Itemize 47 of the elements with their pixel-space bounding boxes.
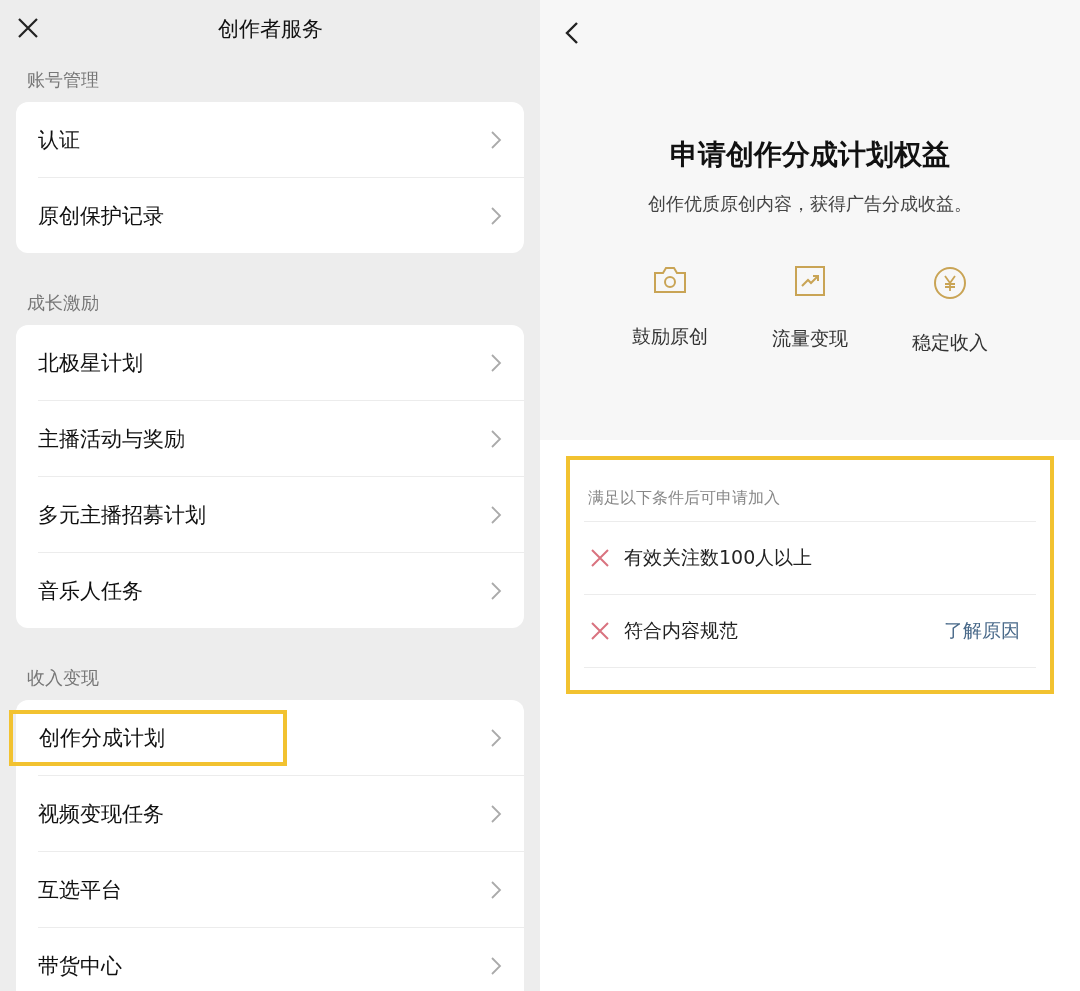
requirement-label: 有效关注数100人以上 bbox=[624, 545, 814, 570]
plan-subtitle: 创作优质原创内容，获得广告分成收益。 bbox=[647, 192, 973, 216]
menu-item-label: 视频变现任务 bbox=[38, 800, 165, 828]
requirement-label: 符合内容规范 bbox=[624, 618, 739, 643]
benefit-label: 流量变现 bbox=[772, 326, 848, 351]
chevron-right-icon bbox=[490, 879, 502, 900]
chevron-right-icon bbox=[490, 205, 502, 226]
page-title: 创作者服务 bbox=[217, 16, 323, 43]
learn-reason-link[interactable]: 了解原因 bbox=[944, 618, 1020, 644]
back-icon bbox=[565, 20, 579, 45]
section-label: 收入变现 bbox=[26, 666, 100, 690]
menu-item-label: 北极星计划 bbox=[38, 349, 144, 377]
chevron-right-icon bbox=[490, 129, 502, 150]
menu-item[interactable]: 北极星计划 bbox=[16, 325, 524, 400]
trend-chart-icon bbox=[795, 266, 825, 296]
chevron-right-icon bbox=[490, 580, 502, 601]
menu-item[interactable]: 原创保护记录 bbox=[38, 177, 524, 253]
menu-item-label: 多元主播招募计划 bbox=[38, 501, 207, 529]
section-label: 成长激励 bbox=[26, 291, 100, 315]
menu-item[interactable]: 带货中心 bbox=[38, 927, 524, 991]
menu-item-label: 原创保护记录 bbox=[38, 202, 165, 230]
chevron-right-icon bbox=[490, 428, 502, 449]
menu-item-label: 带货中心 bbox=[38, 952, 123, 980]
menu-item[interactable]: 主播活动与奖励 bbox=[38, 400, 524, 476]
menu-item-label: 认证 bbox=[38, 126, 81, 154]
benefit-label: 稳定收入 bbox=[912, 330, 988, 355]
menu-item-label: 互选平台 bbox=[38, 876, 123, 904]
menu-item[interactable]: 音乐人任务 bbox=[38, 552, 524, 628]
chevron-right-icon bbox=[490, 727, 502, 748]
highlight-frame: 创作分成计划 bbox=[9, 709, 287, 766]
plan-heading: 申请创作分成计划权益 bbox=[669, 137, 951, 173]
menu-item-label: 主播活动与奖励 bbox=[38, 425, 186, 453]
menu-item[interactable]: 互选平台 bbox=[38, 851, 524, 927]
menu-item[interactable]: 认证 bbox=[16, 102, 524, 177]
chevron-right-icon bbox=[490, 803, 502, 824]
yen-coin-icon bbox=[933, 266, 967, 300]
chevron-right-icon bbox=[490, 352, 502, 373]
close-icon bbox=[17, 17, 39, 39]
benefit-label: 鼓励原创 bbox=[632, 324, 708, 349]
requirements-intro: 满足以下条件后可申请加入 bbox=[584, 474, 1036, 522]
camera-icon bbox=[653, 266, 687, 294]
section-label: 账号管理 bbox=[26, 68, 100, 92]
menu-item-label: 音乐人任务 bbox=[38, 577, 144, 605]
menu-item[interactable]: 视频变现任务 bbox=[38, 775, 524, 851]
chevron-right-icon bbox=[490, 504, 502, 525]
chevron-right-icon bbox=[490, 955, 502, 976]
menu-item[interactable]: 多元主播招募计划 bbox=[38, 476, 524, 552]
